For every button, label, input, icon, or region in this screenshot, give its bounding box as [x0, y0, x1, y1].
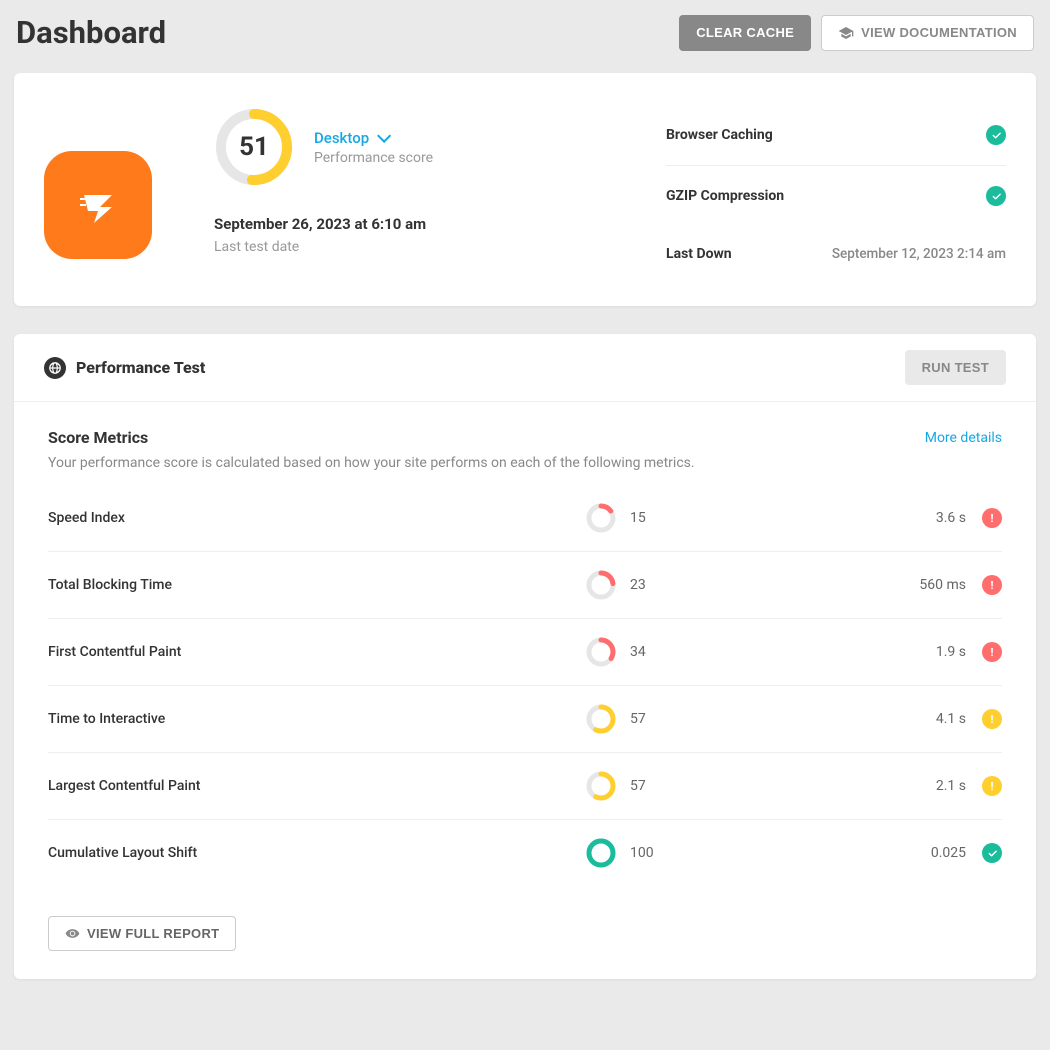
metric-score-value: 100: [630, 845, 654, 861]
metric-name: Total Blocking Time: [48, 577, 586, 593]
metric-score-gauge: [586, 838, 616, 868]
metric-score-wrap: 15: [586, 503, 846, 533]
metric-row: Speed Index 15 3.6 s!: [48, 485, 1002, 552]
more-details-link[interactable]: More details: [925, 430, 1002, 446]
check-icon: [982, 843, 1002, 863]
performance-score-gauge: 51: [214, 107, 294, 187]
last-test-date-label: Last test date: [214, 239, 666, 255]
performance-test-footer: VIEW FULL REPORT: [14, 896, 1036, 979]
chevron-down-icon: [377, 128, 391, 142]
metric-score-gauge: [586, 771, 616, 801]
metric-score-value: 34: [630, 644, 646, 660]
clear-cache-button[interactable]: CLEAR CACHE: [679, 15, 811, 51]
device-label: Desktop: [314, 129, 369, 147]
view-documentation-label: VIEW DOCUMENTATION: [861, 25, 1017, 40]
performance-test-title: Performance Test: [76, 358, 205, 377]
alert-icon: !: [982, 709, 1002, 729]
metric-name: Cumulative Layout Shift: [48, 845, 586, 861]
view-full-report-button[interactable]: VIEW FULL REPORT: [48, 916, 236, 951]
metric-badge: !: [966, 508, 1002, 528]
page-title: Dashboard: [16, 14, 166, 51]
metric-name: First Contentful Paint: [48, 644, 586, 660]
page-header: Dashboard CLEAR CACHE VIEW DOCUMENTATION: [14, 14, 1036, 51]
globe-icon: [44, 357, 66, 379]
metric-score-wrap: 100: [586, 838, 846, 868]
metric-row: Largest Contentful Paint 57 2.1 s!: [48, 753, 1002, 820]
metric-badge: !: [966, 575, 1002, 595]
metric-value: 3.6 s: [846, 510, 966, 526]
check-icon: [986, 125, 1006, 145]
status-column: Browser Caching GZIP Compression Last Dow…: [666, 97, 1006, 282]
metric-value: 4.1 s: [846, 711, 966, 727]
view-documentation-button[interactable]: VIEW DOCUMENTATION: [821, 15, 1034, 51]
alert-icon: !: [982, 776, 1002, 796]
eye-icon: [65, 926, 80, 941]
score-metrics-title: Score Metrics: [48, 428, 148, 447]
check-icon: [986, 186, 1006, 206]
metric-score-wrap: 57: [586, 704, 846, 734]
metric-badge: !: [966, 642, 1002, 662]
last-down-value: September 12, 2023 2:14 am: [832, 246, 1006, 262]
metric-row: Time to Interactive 57 4.1 s!: [48, 686, 1002, 753]
metric-row: Cumulative Layout Shift 100 0.025: [48, 820, 1002, 886]
metric-score-wrap: 57: [586, 771, 846, 801]
run-test-button[interactable]: RUN TEST: [905, 350, 1006, 385]
metric-name: Time to Interactive: [48, 711, 586, 727]
metric-score-wrap: 34: [586, 637, 846, 667]
status-label: GZIP Compression: [666, 188, 784, 204]
site-icon-wrap: [44, 97, 214, 282]
status-label: Browser Caching: [666, 127, 773, 143]
metric-name: Speed Index: [48, 510, 586, 526]
last-down-row: Last Down September 12, 2023 2:14 am: [666, 226, 1006, 282]
metric-badge: !: [966, 709, 1002, 729]
header-actions: CLEAR CACHE VIEW DOCUMENTATION: [679, 15, 1034, 51]
metric-score-gauge: [586, 637, 616, 667]
metric-value: 1.9 s: [846, 644, 966, 660]
site-icon: [44, 151, 152, 259]
score-column: 51 Desktop Performance score September 2…: [214, 97, 666, 282]
metric-score-gauge: [586, 570, 616, 600]
metric-row: Total Blocking Time 23 560 ms!: [48, 552, 1002, 619]
metric-score-gauge: [586, 704, 616, 734]
graduation-cap-icon: [838, 25, 854, 41]
metric-score-value: 57: [630, 711, 646, 727]
metric-score-gauge: [586, 503, 616, 533]
device-dropdown[interactable]: Desktop: [314, 129, 433, 147]
metric-badge: [966, 843, 1002, 863]
alert-icon: !: [982, 575, 1002, 595]
alert-icon: !: [982, 508, 1002, 528]
score-metrics-section: Score Metrics More details Your performa…: [14, 402, 1036, 896]
metric-value: 0.025: [846, 845, 966, 861]
performance-test-header: Performance Test RUN TEST: [14, 334, 1036, 402]
last-down-label: Last Down: [666, 246, 732, 262]
metric-value: 560 ms: [846, 577, 966, 593]
status-row: GZIP Compression: [666, 166, 1006, 226]
metric-score-value: 57: [630, 778, 646, 794]
metric-badge: !: [966, 776, 1002, 796]
status-row: Browser Caching: [666, 105, 1006, 166]
performance-score-value: 51: [214, 107, 294, 187]
performance-test-card: Performance Test RUN TEST Score Metrics …: [14, 334, 1036, 979]
last-test-date: September 26, 2023 at 6:10 am: [214, 215, 666, 233]
performance-score-label: Performance score: [314, 150, 433, 166]
hummingbird-icon: [66, 173, 130, 237]
view-full-report-label: VIEW FULL REPORT: [87, 926, 219, 941]
metric-score-value: 23: [630, 577, 646, 593]
overview-card: 51 Desktop Performance score September 2…: [14, 73, 1036, 306]
metric-value: 2.1 s: [846, 778, 966, 794]
alert-icon: !: [982, 642, 1002, 662]
metric-score-wrap: 23: [586, 570, 846, 600]
metric-row: First Contentful Paint 34 1.9 s!: [48, 619, 1002, 686]
metric-name: Largest Contentful Paint: [48, 778, 586, 794]
score-metrics-description: Your performance score is calculated bas…: [48, 455, 1002, 471]
metric-score-value: 15: [630, 510, 646, 526]
